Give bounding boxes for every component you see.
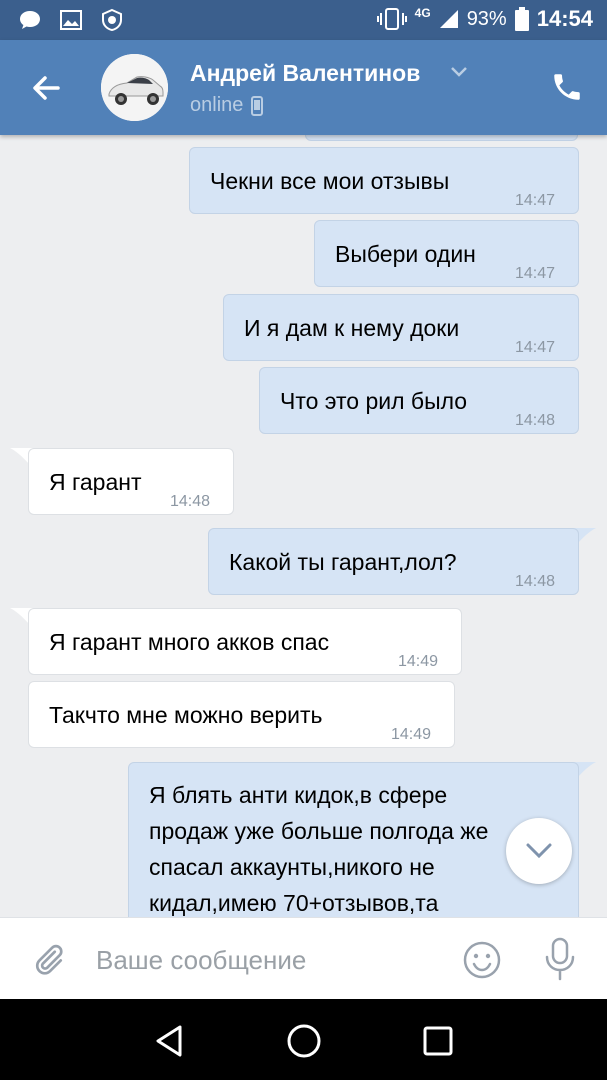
nav-home-button[interactable] <box>284 1021 324 1061</box>
message-time: 14:49 <box>391 726 432 743</box>
circle-home-icon <box>287 1024 321 1058</box>
contact-status: online <box>190 94 264 117</box>
message-text: И я дам к нему доки <box>244 315 460 341</box>
message-text: Такчто мне можно верить <box>49 702 323 728</box>
signal-icon <box>439 10 458 28</box>
phone-icon <box>554 74 580 100</box>
message-bubble[interactable]: И я дам к нему доки 14:47 <box>223 294 579 361</box>
message-bubble-partial <box>305 135 578 141</box>
message-time: 14:47 <box>515 339 556 356</box>
paperclip-icon <box>35 944 63 975</box>
chevron-down-icon[interactable] <box>450 66 468 78</box>
nav-recents-button[interactable] <box>418 1021 458 1061</box>
message-text: Я гарант <box>49 469 142 495</box>
conversation-header: Андрей Валентинов online <box>0 40 607 135</box>
message-text: Какой ты гарант,лол? <box>229 549 457 575</box>
message-composer <box>0 917 607 1000</box>
clock: 14:54 <box>536 6 593 31</box>
status-text: online <box>190 94 244 116</box>
message-bubble[interactable]: Что это рил было 14:48 <box>259 367 579 434</box>
message-list[interactable]: Чекни все мои отзывы 14:47 Выбери один 1… <box>0 135 607 917</box>
network-type: 4G <box>414 6 431 20</box>
message-bubble[interactable]: Какой ты гарант,лол? 14:48 <box>208 528 579 595</box>
message-time: 14:47 <box>515 192 556 209</box>
mobile-icon <box>251 95 264 116</box>
nav-back-button[interactable] <box>150 1021 190 1061</box>
car-avatar-image <box>101 54 168 121</box>
contact-avatar[interactable] <box>101 54 168 121</box>
message-time: 14:49 <box>398 653 439 670</box>
message-text: Я блять анти кидок,в сфере продаж уже бо… <box>149 782 489 916</box>
message-bubble[interactable]: Я гарант 14:48 <box>28 448 234 515</box>
chat-notification-icon <box>20 11 40 29</box>
message-text: Я гарант много акков спас <box>49 629 330 655</box>
scroll-down-button[interactable] <box>506 818 572 884</box>
attach-button[interactable] <box>30 940 66 980</box>
message-time: 14:47 <box>515 265 556 282</box>
message-bubble[interactable]: Выбери один 14:47 <box>314 220 579 287</box>
message-text: Что это рил было <box>280 388 468 414</box>
microphone-icon <box>545 937 575 981</box>
message-bubble[interactable]: Такчто мне можно верить 14:49 <box>28 681 455 748</box>
message-text: Чекни все мои отзывы <box>210 168 450 194</box>
back-button[interactable] <box>28 70 68 106</box>
message-bubble[interactable]: Чекни все мои отзывы 14:47 <box>189 147 579 214</box>
contact-name[interactable]: Андрей Валентинов <box>190 60 420 87</box>
voice-message-button[interactable] <box>540 936 580 982</box>
chevron-down-icon <box>526 843 552 859</box>
system-navigation-bar <box>0 999 607 1080</box>
vibrate-icon <box>376 8 407 30</box>
emoji-button[interactable] <box>462 940 502 980</box>
square-recents-icon <box>423 1026 453 1056</box>
message-text: Выбери один <box>335 241 476 267</box>
battery-percent: 93% <box>466 7 507 30</box>
message-input[interactable] <box>96 940 436 980</box>
shield-notification-icon <box>102 8 122 32</box>
smiley-icon <box>463 941 501 979</box>
gallery-notification-icon <box>60 10 82 30</box>
message-time: 14:48 <box>515 573 556 590</box>
triangle-back-icon <box>156 1025 182 1057</box>
status-bar: 4G 93% 14:54 <box>0 0 607 40</box>
message-time: 14:48 <box>170 493 211 510</box>
message-bubble[interactable]: Я гарант много акков спас 14:49 <box>28 608 462 675</box>
arrow-left-icon <box>33 76 60 100</box>
battery-icon <box>514 7 529 31</box>
message-time: 14:48 <box>515 412 556 429</box>
call-button[interactable] <box>550 70 586 106</box>
